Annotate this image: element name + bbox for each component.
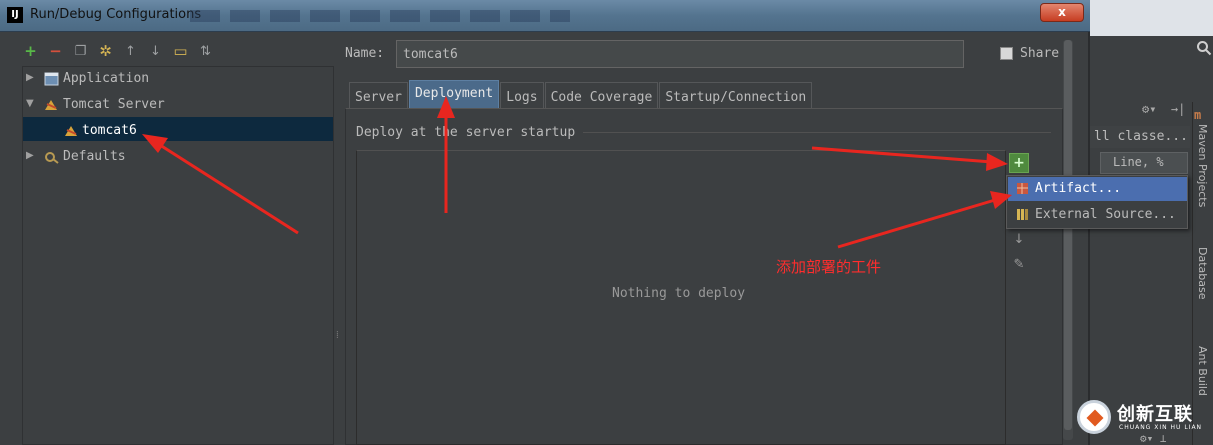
tool-tab-database[interactable]: Database <box>1196 247 1209 300</box>
artifact-icon <box>1017 183 1028 194</box>
vertical-scrollbar[interactable] <box>1063 40 1073 440</box>
blurred-menu-bar <box>190 10 570 22</box>
config-tabs: Server Deployment Logs Code Coverage Sta… <box>349 80 813 110</box>
tomcat-icon <box>45 100 57 110</box>
scrollbar-thumb[interactable] <box>1064 40 1072 430</box>
deploy-section-title: Deploy at the server startup <box>356 125 576 140</box>
sort-icon[interactable]: ⇅ <box>197 43 214 60</box>
tab-server[interactable]: Server <box>349 82 408 110</box>
tab-deployment[interactable]: Deployment <box>408 80 500 110</box>
coverage-line-header[interactable]: Line, % <box>1100 152 1188 174</box>
splitter-handle[interactable]: ⁞ <box>336 330 339 341</box>
empty-list-text: Nothing to deploy <box>612 286 746 301</box>
share-label[interactable]: Share <box>1020 46 1059 61</box>
remove-icon[interactable]: − <box>47 42 64 60</box>
copy-icon[interactable]: ❐ <box>72 43 89 60</box>
config-toolbar: + − ❐ ✲ ↑ ↓ ▭ ⇅ <box>22 40 214 62</box>
tomcat-icon <box>65 126 77 136</box>
name-label: Name: <box>345 46 385 61</box>
menu-item-external-source[interactable]: External Source... <box>1008 203 1187 227</box>
close-button[interactable]: x <box>1040 3 1084 22</box>
search-icon[interactable] <box>1196 40 1212 56</box>
application-icon <box>44 72 59 86</box>
background-ide-titlebar <box>1090 0 1213 36</box>
section-divider <box>583 132 1051 133</box>
intellij-icon: IJ <box>7 7 23 23</box>
annotation-label: 添加部署的工件 <box>776 258 882 276</box>
watermark-subtext: CHUANG XIN HU LIAN <box>1119 424 1203 431</box>
move-down-icon[interactable]: ↓ <box>1009 230 1029 250</box>
collapsed-arrow-icon[interactable]: ▶ <box>26 72 34 83</box>
library-icon <box>1017 209 1028 220</box>
run-debug-dialog: IJ Run/Debug Configurations x + − ❐ ✲ ↑ … <box>0 0 1090 445</box>
tab-startup-connection[interactable]: Startup/Connection <box>659 82 813 110</box>
edit-defaults-icon[interactable]: ✲ <box>97 42 114 60</box>
tab-code-coverage[interactable]: Code Coverage <box>544 82 659 110</box>
add-icon[interactable]: + <box>22 42 39 60</box>
maven-icon: m <box>1194 108 1202 122</box>
expanded-arrow-icon[interactable]: ▼ <box>26 98 34 109</box>
name-field[interactable]: tomcat6 <box>396 40 964 68</box>
folder-icon[interactable]: ▭ <box>172 42 189 60</box>
move-up-icon[interactable]: ↑ <box>122 43 139 60</box>
move-down-icon[interactable]: ↓ <box>147 43 164 60</box>
watermark-text: 创新互联 <box>1117 404 1193 425</box>
dialog-title: Run/Debug Configurations <box>30 7 202 22</box>
tool-tab-maven-projects[interactable]: Maven Projects <box>1196 124 1209 207</box>
dialog-titlebar: IJ Run/Debug Configurations x <box>0 0 1090 32</box>
add-deployment-popup: Artifact... External Source... <box>1006 175 1188 229</box>
share-checkbox[interactable] <box>1000 47 1013 60</box>
logo-icon <box>1077 400 1111 434</box>
collapsed-arrow-icon[interactable]: ▶ <box>26 150 34 161</box>
defaults-icon <box>45 152 59 164</box>
add-deployment-icon[interactable]: + <box>1009 153 1029 173</box>
coverage-classes-header: ll classe... <box>1090 126 1190 148</box>
gear-icon[interactable]: ⚙▾ <box>1142 102 1156 116</box>
background-tool-icons: ⚙▾ →| <box>1142 102 1185 116</box>
tab-logs[interactable]: Logs <box>500 82 544 110</box>
hide-icon[interactable]: →| <box>1171 102 1185 116</box>
menu-item-artifact[interactable]: Artifact... <box>1008 177 1187 201</box>
watermark-logo: 创新互联 CHUANG XIN HU LIAN <box>1077 396 1213 445</box>
tool-tab-ant-build[interactable]: Ant Build <box>1196 346 1209 396</box>
edit-icon[interactable]: ✎ <box>1009 255 1029 275</box>
